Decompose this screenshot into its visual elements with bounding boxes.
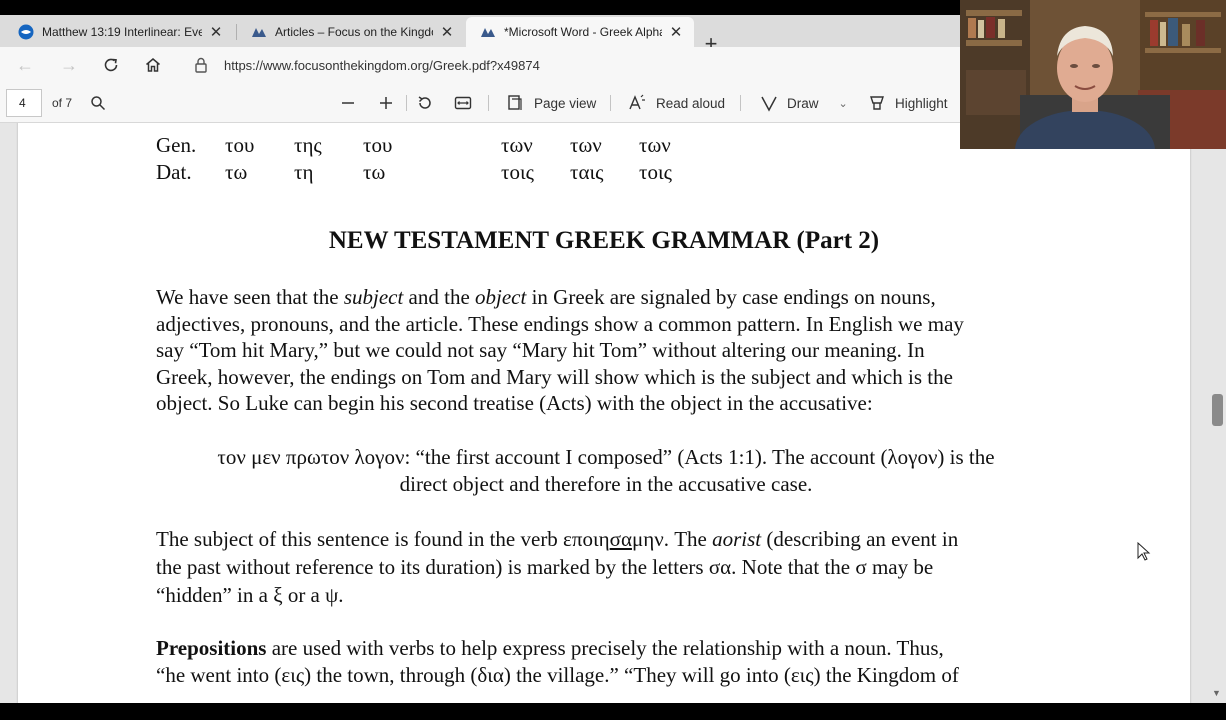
rotate-icon[interactable]: [416, 91, 434, 115]
tab-matthew-interlinear[interactable]: Matthew 13:19 Interlinear: Every ✕: [4, 17, 234, 47]
page-number-input[interactable]: 4: [6, 89, 42, 117]
bold-prepositions: Prepositions: [156, 636, 267, 660]
pdf-viewport[interactable]: Gen. του της του των των των Dat. τω τη …: [0, 123, 1226, 703]
table-cell: τοις: [501, 160, 534, 184]
webcam-overlay: [960, 0, 1226, 149]
table-cell: τη: [294, 160, 314, 184]
table-cell: των: [501, 133, 533, 157]
text-run: The subject of this sentence is found in…: [156, 527, 610, 551]
highlight-label: Highlight: [895, 95, 948, 111]
zoom-out-icon[interactable]: [340, 91, 356, 115]
highlight-icon: [870, 96, 884, 110]
table-cell: του: [225, 133, 255, 157]
chevron-down-icon[interactable]: ⌄: [839, 97, 848, 110]
table-cell: του: [363, 133, 393, 157]
refresh-icon[interactable]: [98, 53, 124, 77]
table-cell: των: [639, 133, 671, 157]
table-cell: ταις: [570, 160, 604, 184]
page-view-icon: [508, 95, 522, 110]
text-line: “he went into (εις) the town, through (δ…: [156, 663, 959, 687]
paragraph-prepositions: Prepositions are used with verbs to help…: [156, 635, 1076, 689]
highlight-button[interactable]: Highlight: [868, 91, 948, 115]
italic-aorist: aorist: [712, 527, 762, 551]
text-line: direct object and therefore in the accus…: [399, 472, 813, 496]
table-cell: τω: [225, 160, 248, 184]
find-icon[interactable]: [90, 91, 106, 115]
toolbar-divider: [488, 95, 489, 111]
cut-off-row: [232, 123, 237, 132]
scroll-down-icon[interactable]: ▼: [1212, 688, 1221, 698]
browser-window: Matthew 13:19 Interlinear: Every ✕ Artic…: [0, 0, 1226, 720]
page-view-button[interactable]: Page view: [506, 91, 596, 115]
draw-button[interactable]: Draw ⌄: [760, 91, 848, 115]
table-cell: των: [570, 133, 602, 157]
text-line: say “Tom hit Mary,” but we could not say…: [156, 338, 925, 362]
text-run: We have seen that the: [156, 285, 344, 309]
close-icon[interactable]: ✕: [439, 23, 455, 41]
table-cell: τοις: [639, 160, 672, 184]
focus-kingdom-icon: [251, 24, 267, 40]
text-line: “hidden” in a ξ or a ψ.: [156, 583, 344, 607]
toolbar-divider: [610, 95, 611, 111]
draw-icon: [761, 96, 777, 112]
table-cell: της: [294, 133, 322, 157]
underlined-sa: σα: [609, 527, 632, 551]
page-view-label: Page view: [534, 95, 597, 111]
scrollbar-thumb[interactable]: [1212, 394, 1223, 426]
text-run: and the: [403, 285, 476, 309]
tab-greek-pdf[interactable]: *Microsoft Word - Greek Alphab ✕: [466, 17, 694, 47]
text-line: Greek, however, the endings on Tom and M…: [156, 364, 953, 389]
bible-hub-icon: [18, 24, 34, 40]
close-icon[interactable]: ✕: [208, 23, 224, 41]
read-aloud-icon: [629, 94, 645, 110]
url-text: https://www.focusonthekingdom.org/Greek.…: [224, 57, 540, 73]
home-icon[interactable]: [140, 53, 166, 77]
read-aloud-button[interactable]: Read aloud: [628, 91, 725, 115]
pdf-page: Gen. του της του των των των Dat. τω τη …: [18, 123, 1190, 703]
forward-icon[interactable]: →: [56, 53, 82, 77]
table-row-label: Dat.: [156, 160, 192, 184]
toolbar-divider: [406, 95, 407, 111]
table-cell: τω: [363, 160, 386, 184]
focus-kingdom-icon: [480, 24, 496, 40]
tab-title: Matthew 13:19 Interlinear: Every: [42, 25, 202, 39]
tab-title: *Microsoft Word - Greek Alphab: [504, 25, 662, 39]
tab-title: Articles – Focus on the Kingdom: [275, 25, 433, 39]
text-line: the past without reference to its durati…: [156, 555, 934, 579]
text-line: adjectives, pronouns, and the article. T…: [156, 311, 964, 336]
text-run: are used with verbs to help express prec…: [266, 636, 944, 660]
text-line: τον μεν πρωτον λογον: “the first account…: [217, 445, 995, 469]
close-icon[interactable]: ✕: [668, 23, 684, 41]
italic-subject: subject: [343, 285, 404, 309]
paragraph-intro: We have seen that the subject and the ob…: [156, 284, 1076, 417]
text-run: μην. The: [631, 527, 713, 551]
italic-object: object: [475, 285, 527, 309]
mouse-cursor-icon: [1137, 541, 1151, 567]
fit-page-icon[interactable]: [454, 91, 472, 115]
text-run: in Greek are signaled by case endings on…: [526, 285, 936, 309]
toolbar-divider: [740, 95, 741, 111]
screen-border-bottom: [0, 703, 1226, 720]
table-row-label: Gen.: [156, 133, 197, 157]
page-count: of 7: [52, 96, 73, 110]
document-heading: NEW TESTAMENT GREEK GRAMMAR (Part 2): [328, 227, 880, 254]
lock-icon: [194, 57, 210, 73]
text-line: object. So Luke can begin his second tre…: [156, 391, 873, 415]
paragraph-subject-verb: The subject of this sentence is found in…: [156, 525, 1076, 609]
text-run: (describing an event in: [761, 527, 959, 551]
acts-quote: τον μεν πρωτον λογον: “the first account…: [156, 444, 1056, 498]
tab-articles[interactable]: Articles – Focus on the Kingdom ✕: [237, 17, 465, 47]
zoom-in-icon[interactable]: [378, 91, 394, 115]
draw-label: Draw: [787, 95, 819, 111]
url-field[interactable]: https://www.focusonthekingdom.org/Greek.…: [184, 51, 984, 79]
read-aloud-label: Read aloud: [656, 95, 726, 111]
back-icon[interactable]: ←: [12, 53, 38, 77]
